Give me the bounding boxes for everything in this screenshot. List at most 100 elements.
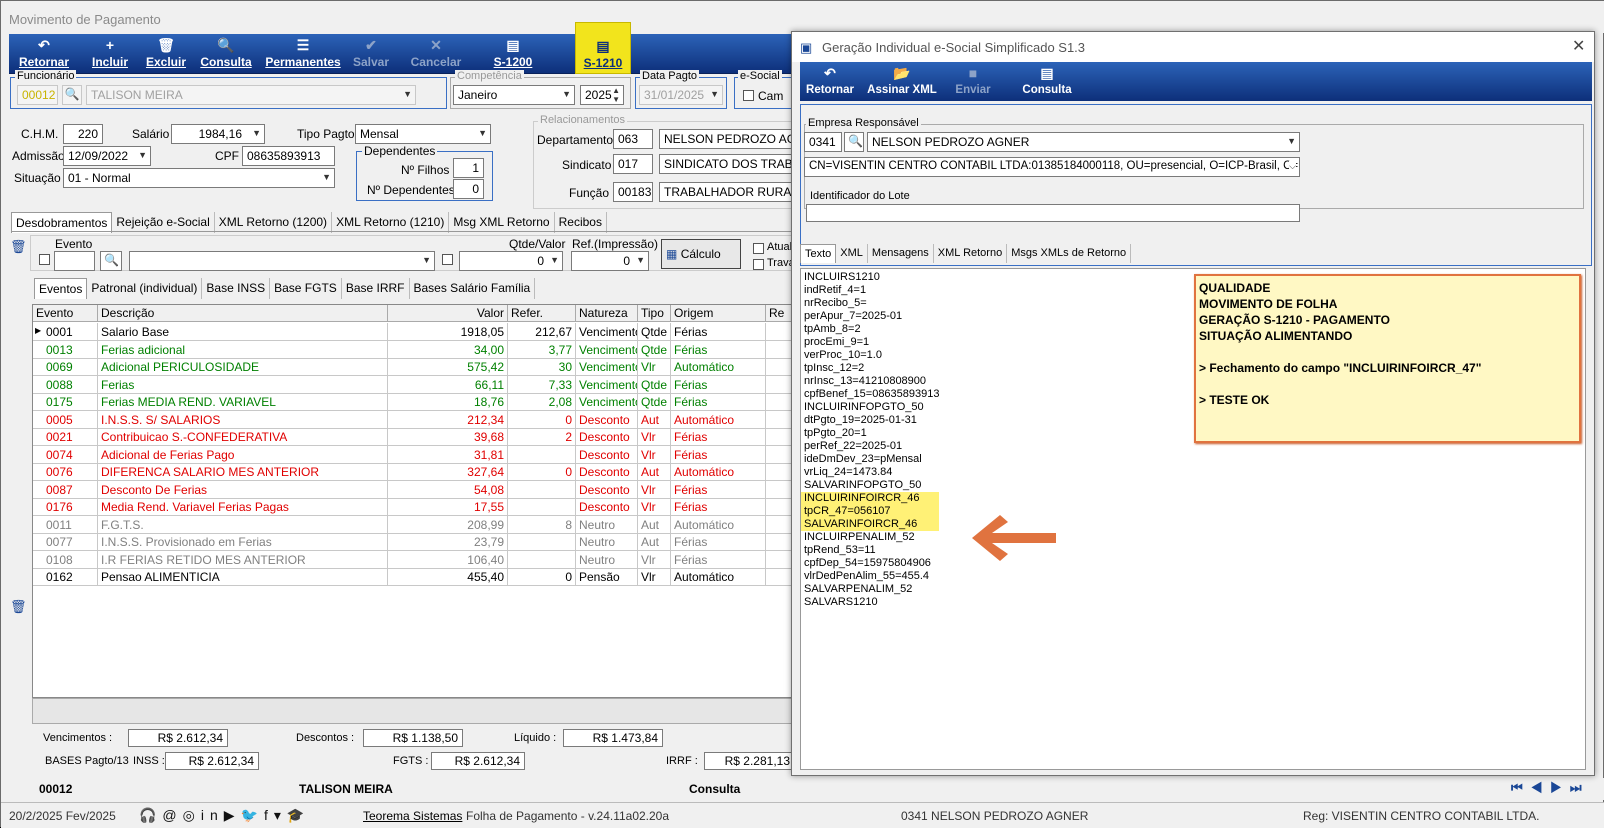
tab-xml-retorno-1200-[interactable]: XML Retorno (1200) (215, 212, 333, 233)
cpf-input[interactable]: 08635893913 (242, 146, 335, 166)
dependentes-label: Dependentes (362, 144, 438, 158)
tipo-pagto-select[interactable]: Mensal ▼ (355, 124, 491, 144)
grid-header-valor[interactable]: Valor (388, 305, 508, 322)
empresa-name-select[interactable]: NELSON PEDROZO AGNER ▼ (867, 132, 1300, 152)
tab-msg-xml-retorno[interactable]: Msg XML Retorno (449, 212, 555, 233)
evento-desc-select[interactable]: ▼ (129, 251, 435, 271)
table-row[interactable]: 0088 Ferias 66,11 7,33 Vencimento Qtde Férias (33, 375, 796, 394)
departamento-name-input[interactable]: NELSON PEDROZO AGNER (659, 129, 793, 149)
dialog-tab-msgs-xmls-de-retorno[interactable]: Msgs XMLs de Retorno (1007, 244, 1132, 263)
teorema-link[interactable]: Teorema Sistemas (363, 809, 462, 823)
close-icon[interactable]: ✕ (1572, 36, 1585, 56)
subtab-base-fgts[interactable]: Base FGTS (270, 278, 342, 299)
subtab-base-irrf[interactable]: Base IRRF (342, 278, 410, 299)
esocial-checkbox[interactable] (743, 90, 754, 101)
table-row[interactable]: 0087 Desconto De Ferias 54,08 Desconto Vlr Fé… (33, 480, 796, 499)
toolbar-incluir-button[interactable]: + Incluir (89, 34, 131, 74)
table-row[interactable]: 0108 I.R FERIAS RETIDO MES ANTERIOR 106,40… (33, 550, 796, 569)
evento-input[interactable] (54, 251, 95, 271)
dialog-toolbar-consulta-button[interactable]: ▤ Consulta (1018, 62, 1076, 102)
funcionario-name-select[interactable]: TALISON MEIRA ▼ (86, 85, 416, 105)
calculo-button[interactable]: ▦ Cálculo (661, 239, 741, 269)
sindicato-name-input[interactable]: SINDICATO DOS TRABAL (659, 154, 793, 174)
dialog-tab-xml-retorno[interactable]: XML Retorno (934, 244, 1008, 263)
dialog-toolbar-assinar-xml-button[interactable]: 📂 Assinar XML (862, 62, 942, 102)
text-panel[interactable]: INCLUIRS1210 indRetif_4=1 nrRecibo_5= perAp… (800, 268, 1586, 770)
status-mode: Consulta (689, 782, 741, 796)
table-row[interactable]: 0176 Media Rend. Variavel Ferias Pagas 17,… (33, 498, 796, 516)
dialog-tab-mensagens[interactable]: Mensagens (868, 244, 934, 263)
record-nav-icons[interactable]: ⏮◀▶⏭ (1511, 780, 1590, 796)
table-row[interactable]: 0069 Adicional PERICULOSIDADE 575,42 30 Venc… (33, 358, 796, 376)
toolbar-cancelar-button[interactable]: ✕ Cancelar (407, 34, 465, 74)
lote-input[interactable] (806, 204, 1300, 222)
toolbar-s-1210-button[interactable]: ▤ S-1210 (575, 22, 631, 74)
competencia-month-select[interactable]: Janeiro ▼ (453, 85, 575, 105)
toolbar-salvar-button[interactable]: ✔ Salvar (351, 34, 391, 74)
funcionario-search-button[interactable]: 🔍 (62, 85, 82, 105)
evento-checkbox[interactable] (39, 254, 50, 265)
grid-header-refer-[interactable]: Refer. (508, 305, 576, 322)
empresa-search-button[interactable]: 🔍 (844, 132, 864, 152)
subtab-patronal-individual-[interactable]: Patronal (individual) (87, 278, 203, 299)
dialog-toolbar-retornar-button[interactable]: ↶ Retornar (802, 62, 858, 102)
dialog-toolbar-enviar-button[interactable]: ■ Enviar (948, 62, 998, 102)
descontos-value: R$ 1.138,50 (363, 729, 463, 747)
toolbar-retornar-button[interactable]: ↶ Retornar (13, 34, 75, 74)
subtab-eventos[interactable]: Eventos (34, 278, 88, 299)
dialog-tab-texto[interactable]: Texto (800, 244, 837, 263)
funcao-code-input[interactable]: 00183 (613, 182, 653, 202)
departamento-code-input[interactable]: 063 (613, 129, 653, 149)
toolbar-excluir-button[interactable]: 🗑 Excluir (141, 34, 191, 74)
social-icons[interactable]: 🎧@◎in▶🐦f▾🎓 (139, 807, 310, 824)
grid-header-tipo[interactable]: Tipo (638, 305, 671, 322)
grid-header-evento[interactable]: Evento (33, 305, 98, 322)
chm-input[interactable]: 220 (63, 124, 103, 144)
qtde-checkbox[interactable] (442, 254, 453, 265)
salario-input[interactable]: 1984,16 ▼ (171, 124, 265, 144)
admissao-input[interactable]: 12/09/2022 ▼ (63, 146, 151, 166)
table-row[interactable]: 0077 I.N.S.S. Provisionado em Ferias 23,79… (33, 533, 796, 551)
eventos-grid[interactable]: Evento Descrição Valor Refer. Natureza Tipo Or… (32, 304, 796, 698)
toolbar-s-1200-button[interactable]: ▤ S-1200 (487, 34, 539, 74)
table-row[interactable]: ▶ 0001 Salario Base 1918,05 212,67 Vencimento… (33, 323, 796, 341)
table-row[interactable]: 0021 Contribuicao S.-CONFEDERATIVA 39,68 2 D… (33, 428, 796, 446)
funcionario-code-input[interactable]: 00012 (17, 85, 58, 105)
qtde-input[interactable]: 0 ▼ (459, 251, 563, 271)
grid-header-origem[interactable]: Origem (671, 305, 766, 322)
tab-xml-retorno-1210-[interactable]: XML Retorno (1210) (332, 212, 450, 233)
toolbar-permanentes-button[interactable]: ☰ Permanentes (261, 34, 345, 74)
ref-input[interactable]: 0 ▼ (571, 251, 649, 271)
table-row[interactable]: 0011 F.G.T.S. 208,99 8 Neutro Aut Automático (33, 515, 796, 534)
grid-header-descri-o[interactable]: Descrição (98, 305, 388, 322)
table-row[interactable]: 0076 DIFERENCA SALARIO MES ANTERIOR 327,64… (33, 463, 796, 481)
dialog-tab-xml[interactable]: XML (836, 244, 868, 263)
s1210-text-lines: INCLUIRS1210 indRetif_4=1 nrRecibo_5= perAp… (801, 271, 940, 609)
trash-icon-lower[interactable]: 🗑 (10, 599, 27, 615)
trash-icon[interactable]: 🗑 (10, 239, 27, 255)
table-row[interactable]: 0175 Ferias MEDIA REND. VARIAVEL 18,76 2,08… (33, 393, 796, 411)
toolbar-consulta-button[interactable]: 🔍 Consulta (197, 34, 255, 74)
subtab-bases-sal-rio-fam-lia[interactable]: Bases Salário Família (410, 278, 536, 299)
funcao-name-input[interactable]: TRABALHADOR RURAL (659, 182, 793, 202)
table-row[interactable]: 0013 Ferias adicional 34,00 3,77 Vencimento Q… (33, 340, 796, 359)
evento-search-button[interactable]: 🔍 (100, 251, 122, 271)
subtab-base-inss[interactable]: Base INSS (202, 278, 271, 299)
table-row[interactable]: 0005 I.N.S.S. S/ SALARIOS 212,34 0 Desconto A… (33, 410, 796, 429)
grid-header-natureza[interactable]: Natureza (576, 305, 638, 322)
tab-rejei-o-e-social[interactable]: Rejeição e-Social (112, 212, 215, 233)
travar-checkbox[interactable] (753, 259, 764, 270)
sindicato-code-input[interactable]: 017 (613, 154, 653, 174)
empresa-code-input[interactable]: 0341 (804, 132, 842, 152)
data-pagto-input[interactable]: 31/01/2025 ▼ (639, 85, 723, 105)
competencia-year-spinner[interactable]: 2025 ▲ ▼ (580, 85, 624, 105)
filhos-input[interactable]: 1 (453, 158, 484, 178)
dependentes-count-input[interactable]: 0 (453, 179, 484, 199)
tab-recibos[interactable]: Recibos (555, 212, 607, 233)
situacao-select[interactable]: 01 - Normal ▼ (63, 168, 335, 188)
atualizar-checkbox[interactable] (753, 243, 764, 254)
certificado-select[interactable]: CN=VISENTIN CENTRO CONTABIL LTDA:0138518… (804, 157, 1300, 177)
tab-desdobramentos[interactable]: Desdobramentos (11, 212, 113, 233)
table-row[interactable]: 0162 Pensao ALIMENTICIA 455,40 0 Pensão Vlr Au… (33, 568, 796, 586)
table-row[interactable]: 0074 Adicional de Ferias Pago 31,81 Descont… (33, 445, 796, 464)
